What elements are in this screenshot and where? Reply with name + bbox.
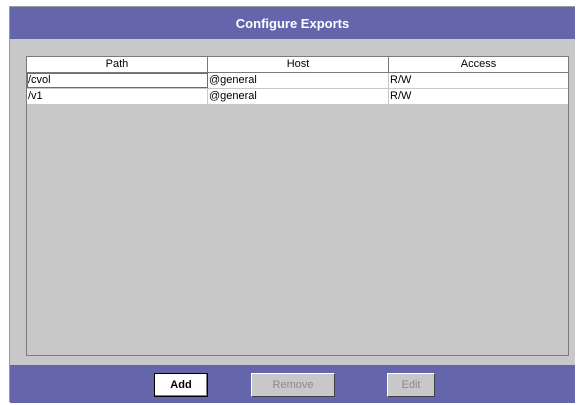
dialog-title: Configure Exports bbox=[10, 7, 575, 39]
table-row[interactable]: /v1 @general R/W bbox=[27, 89, 568, 105]
table-body: /cvol @general R/W /v1 @general R/W bbox=[27, 73, 568, 105]
column-header-access[interactable]: Access bbox=[389, 57, 568, 72]
cell-access[interactable]: R/W bbox=[389, 89, 568, 104]
exports-table: Path Host Access /cvol @general R/W /v1 … bbox=[26, 56, 569, 356]
remove-button[interactable]: Remove bbox=[251, 373, 335, 397]
cell-host[interactable]: @general bbox=[208, 73, 389, 88]
cell-path[interactable]: /v1 bbox=[27, 89, 208, 104]
add-button[interactable]: Add bbox=[154, 373, 208, 397]
cell-host[interactable]: @general bbox=[208, 89, 389, 104]
edit-button[interactable]: Edit bbox=[387, 373, 435, 397]
cell-access[interactable]: R/W bbox=[389, 73, 568, 88]
column-header-path[interactable]: Path bbox=[27, 57, 208, 72]
table-row[interactable]: /cvol @general R/W bbox=[27, 73, 568, 89]
button-bar: Add Remove Edit bbox=[10, 365, 575, 403]
cell-path[interactable]: /cvol bbox=[27, 73, 208, 88]
configure-exports-dialog: Configure Exports Path Host Access /cvol… bbox=[9, 6, 575, 403]
column-header-host[interactable]: Host bbox=[208, 57, 389, 72]
table-header: Path Host Access bbox=[27, 57, 568, 73]
